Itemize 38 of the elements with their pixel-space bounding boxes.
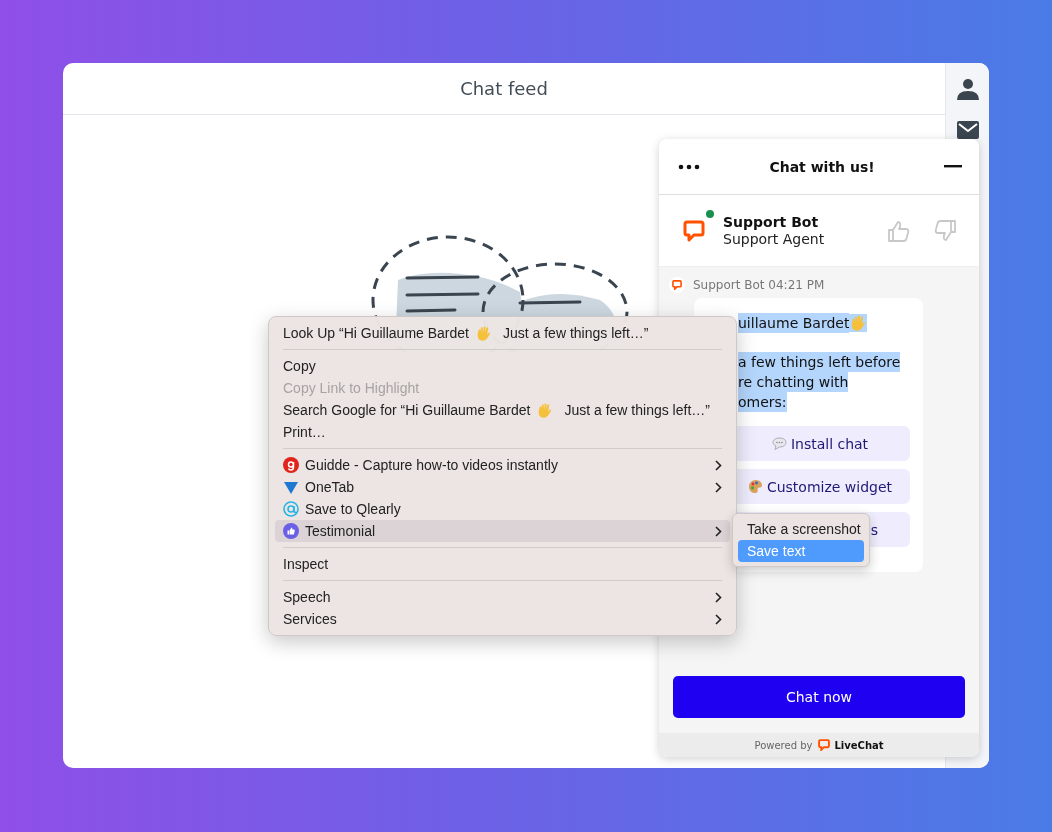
- waving-hand-icon: [536, 401, 554, 419]
- menu-item[interactable]: Take a screenshot: [738, 518, 864, 540]
- waving-hand-icon: [849, 314, 868, 332]
- brand-name: LiveChat: [834, 739, 884, 751]
- message-text: a few things left before: [738, 352, 901, 372]
- message-text: uillaume Bardet: [738, 313, 850, 333]
- menu-item[interactable]: Copy: [275, 355, 730, 377]
- page-title: Chat feed: [460, 78, 548, 99]
- chat-now-button[interactable]: Chat now: [673, 676, 965, 718]
- more-icon[interactable]: [678, 163, 700, 170]
- menu-item[interactable]: Guidde - Capture how-to videos instantly: [275, 454, 730, 476]
- agent-name: Support Bot: [723, 214, 820, 230]
- minimize-icon[interactable]: [944, 165, 962, 168]
- menu-item[interactable]: Print…: [275, 421, 730, 443]
- waving-hand-icon: [475, 324, 492, 342]
- menu-item[interactable]: Inspect: [275, 553, 730, 575]
- message-meta: Support Bot 04:21 PM: [693, 278, 825, 292]
- powered-by-text: Powered by: [754, 739, 813, 751]
- agent-role: Support Agent: [723, 231, 826, 247]
- thumbs-up-icon[interactable]: [887, 218, 911, 243]
- mail-icon[interactable]: [956, 121, 979, 139]
- menu-item[interactable]: Speech: [275, 586, 730, 608]
- menu-item[interactable]: Testimonial: [275, 520, 730, 542]
- menu-item[interactable]: Search Google for “Hi Guillaume Bardet Just a few things left…”: [275, 399, 730, 421]
- person-icon[interactable]: [955, 77, 980, 101]
- chat-bubble-icon: [818, 739, 831, 751]
- widget-title: Chat with us!: [769, 158, 875, 175]
- menu-item[interactable]: Services: [275, 608, 730, 630]
- palette-icon: [747, 479, 763, 494]
- chat-bubble-icon: [672, 280, 682, 290]
- thumbs-down-icon[interactable]: [933, 218, 957, 243]
- chat-bubble-icon: [683, 219, 705, 242]
- speech-bubble-icon: [771, 437, 787, 450]
- message-text: omers:: [738, 392, 787, 412]
- menu-item[interactable]: Save to Qlearly: [275, 498, 730, 520]
- menu-item[interactable]: OneTab: [275, 476, 730, 498]
- message-text: re chatting with: [738, 372, 849, 392]
- menu-item[interactable]: Look Up “Hi Guillaume Bardet Just a few things left…”: [275, 322, 730, 344]
